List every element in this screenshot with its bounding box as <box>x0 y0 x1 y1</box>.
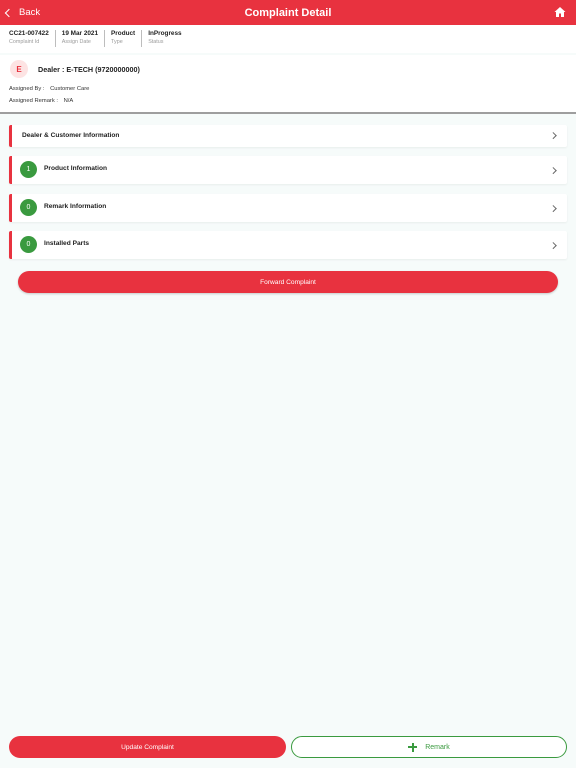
complaint-summary: CC21-007422 Complaint Id 19 Mar 2021 Ass… <box>0 25 576 53</box>
section-label: Product Information <box>44 165 108 172</box>
complaint-id-value: CC21-007422 <box>9 30 49 37</box>
section-remark-info[interactable]: 0 Remark Information <box>9 194 567 222</box>
type-label: Type <box>111 39 123 45</box>
top-nav-bar: Back Complaint Detail <box>0 0 576 25</box>
forward-complaint-button[interactable]: Forward Complaint <box>18 271 558 293</box>
chevron-right-icon <box>549 242 556 249</box>
status-label: Status <box>148 39 164 45</box>
remark-button-label: Remark <box>425 743 450 751</box>
complaint-id-label: Complaint Id <box>9 39 40 45</box>
assign-date-value: 19 Mar 2021 <box>61 30 99 37</box>
assigned-by-value: Customer Care <box>50 86 90 92</box>
dealer-name: Dealer : E-TECH (9720000000) <box>38 65 140 74</box>
page-title: Complaint Detail <box>244 6 332 19</box>
assigned-by-line: Assigned By : Customer Care <box>9 86 89 92</box>
dealer-card: E Dealer : E-TECH (9720000000) Assigned … <box>0 55 576 114</box>
type-value: Product <box>111 30 136 37</box>
back-button[interactable]: Back <box>4 0 41 25</box>
assigned-remark-label: Assigned Remark : <box>9 98 58 104</box>
assigned-by-label: Assigned By : <box>9 86 45 92</box>
chevron-right-icon <box>549 167 556 174</box>
avatar: E <box>10 60 28 78</box>
assign-date-cell: 19 Mar 2021 Assign Date <box>61 30 106 47</box>
chevron-left-icon <box>4 8 14 17</box>
section-dealer-customer-info[interactable]: Dealer & Customer Information <box>9 125 567 147</box>
chevron-right-icon <box>549 205 556 212</box>
home-icon[interactable] <box>554 6 566 18</box>
chevron-right-icon <box>549 132 556 139</box>
assigned-remark-value: N/A <box>63 98 74 104</box>
assign-date-label: Assign Date <box>61 39 91 45</box>
status-value: InProgress <box>148 30 182 37</box>
update-complaint-button[interactable]: Update Complaint <box>9 736 286 758</box>
section-installed-parts[interactable]: 0 Installed Parts <box>9 231 567 259</box>
type-cell: Product Type <box>111 30 143 47</box>
section-product-info[interactable]: 1 Product Information <box>9 156 567 184</box>
status-cell: InProgress Status <box>148 30 187 47</box>
section-label: Remark Information <box>44 203 107 210</box>
complaint-id-cell: CC21-007422 Complaint Id <box>9 30 56 47</box>
assigned-remark-line: Assigned Remark : N/A <box>9 98 73 104</box>
count-badge: 0 <box>20 236 37 253</box>
section-label: Dealer & Customer Information <box>22 132 120 139</box>
section-label: Installed Parts <box>44 240 90 247</box>
remark-button[interactable]: Remark <box>291 736 567 758</box>
plus-icon <box>408 742 418 752</box>
count-badge: 0 <box>20 199 37 216</box>
count-badge: 1 <box>20 161 37 178</box>
back-label: Back <box>19 7 41 18</box>
